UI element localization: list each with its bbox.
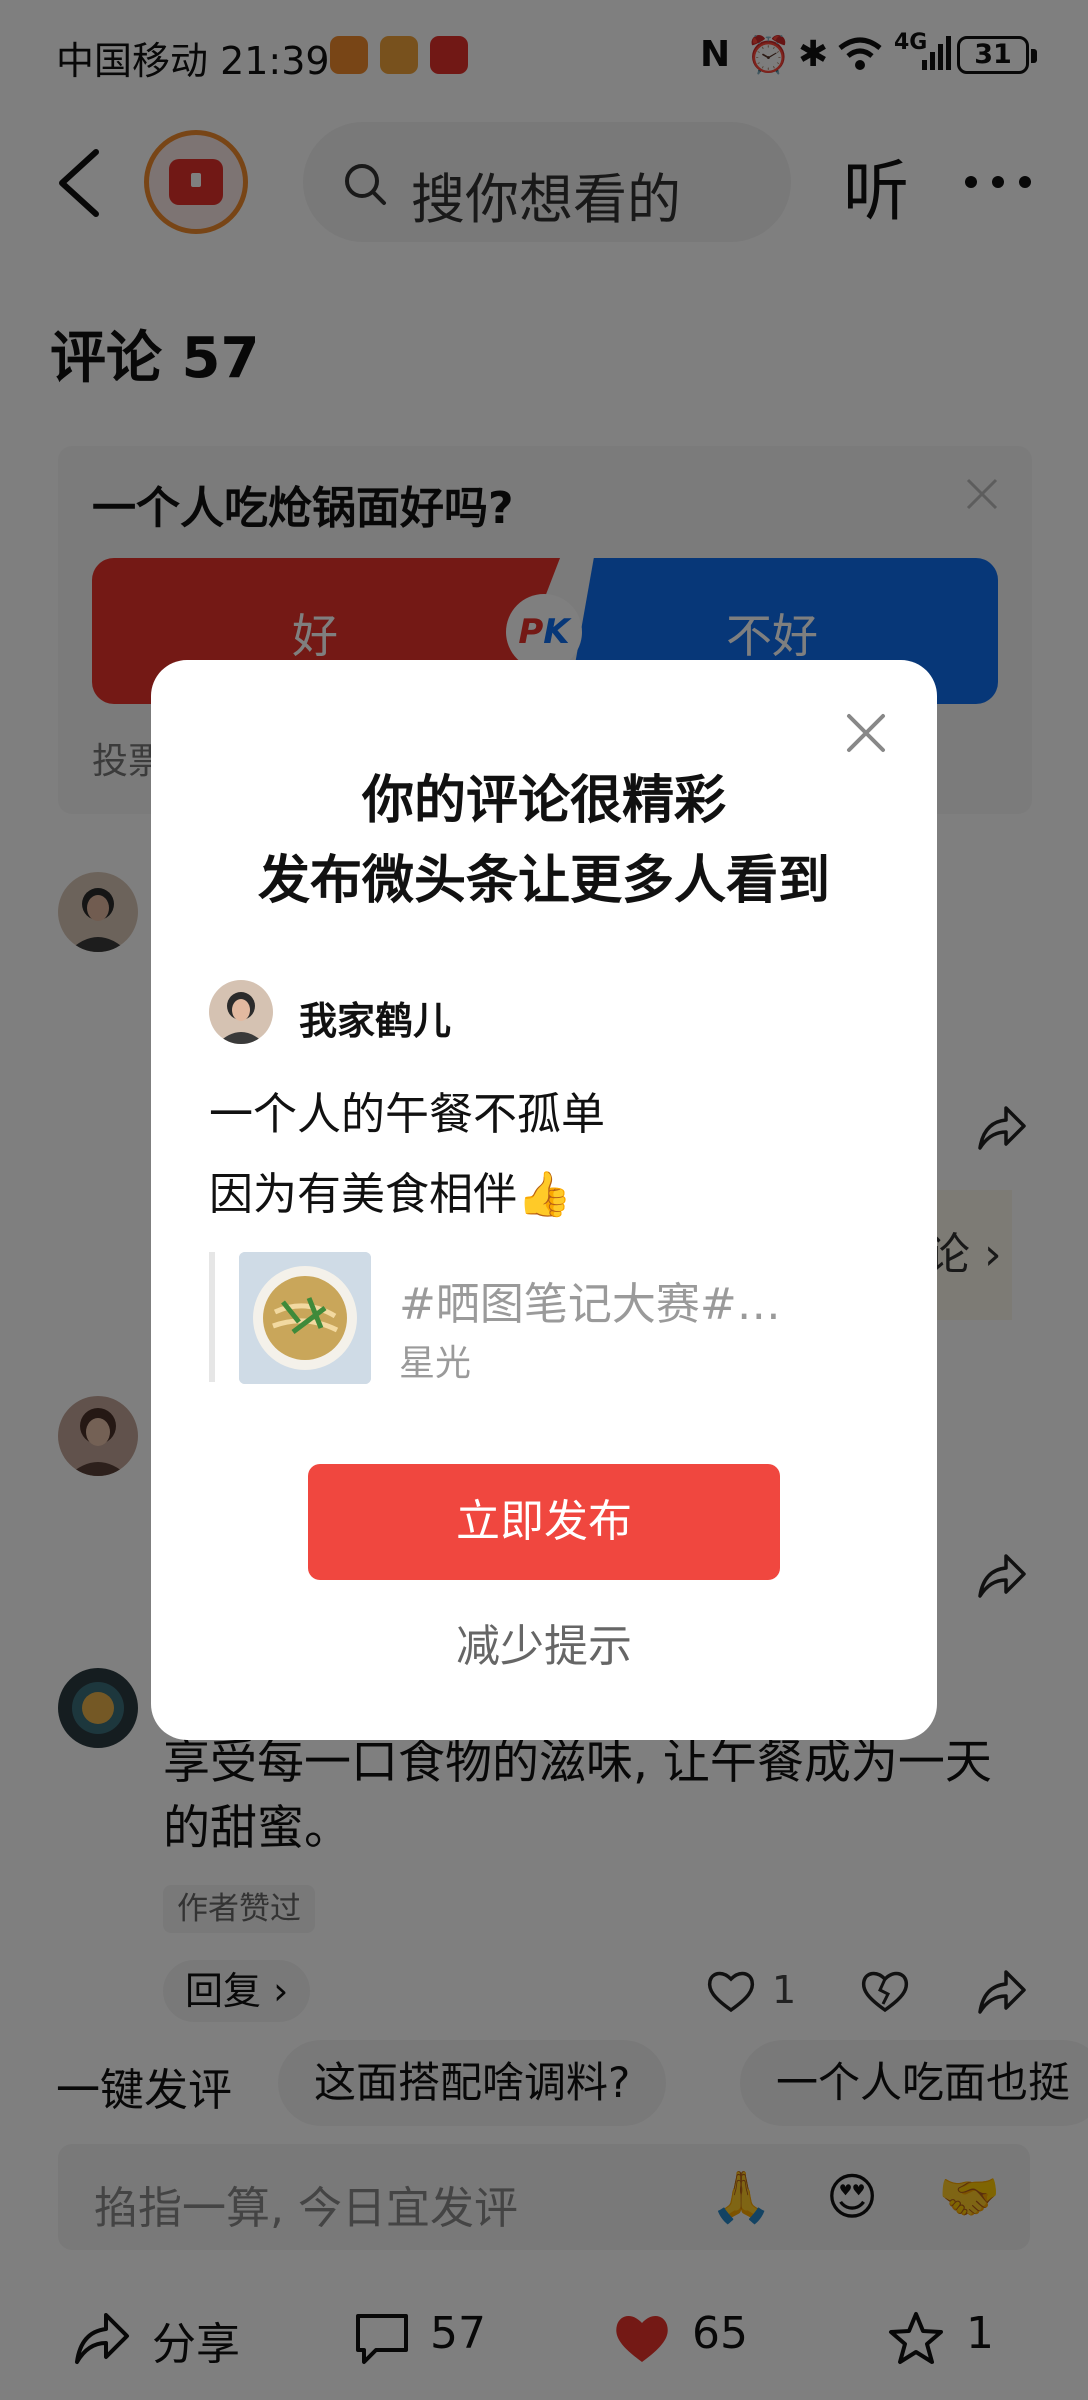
quote-hashtag: #晒图笔记大赛#… bbox=[399, 1279, 781, 1330]
publish-prompt-dialog: 你的评论很精彩 发布微头条让更多人看到 我家鹤儿 一个人的午餐不孤单 因为有美食… bbox=[151, 660, 937, 1740]
reduce-tips-button[interactable]: 减少提示 bbox=[151, 1610, 937, 1674]
publish-now-button[interactable]: 立即发布 bbox=[308, 1464, 780, 1580]
avatar bbox=[209, 980, 273, 1044]
post-author: 我家鹤儿 bbox=[299, 999, 452, 1043]
dialog-title-line2: 发布微头条让更多人看到 bbox=[257, 851, 830, 911]
post-text-line1: 一个人的午餐不孤单 bbox=[209, 1089, 605, 1140]
close-icon[interactable] bbox=[841, 708, 891, 758]
quote-divider bbox=[209, 1252, 215, 1382]
dialog-title-line1: 你的评论很精彩 bbox=[361, 771, 726, 831]
post-text-line2: 因为有美食相伴👍 bbox=[209, 1169, 572, 1220]
quote-subtitle: 星光 bbox=[399, 1343, 472, 1384]
noodle-thumbnail bbox=[239, 1252, 371, 1384]
